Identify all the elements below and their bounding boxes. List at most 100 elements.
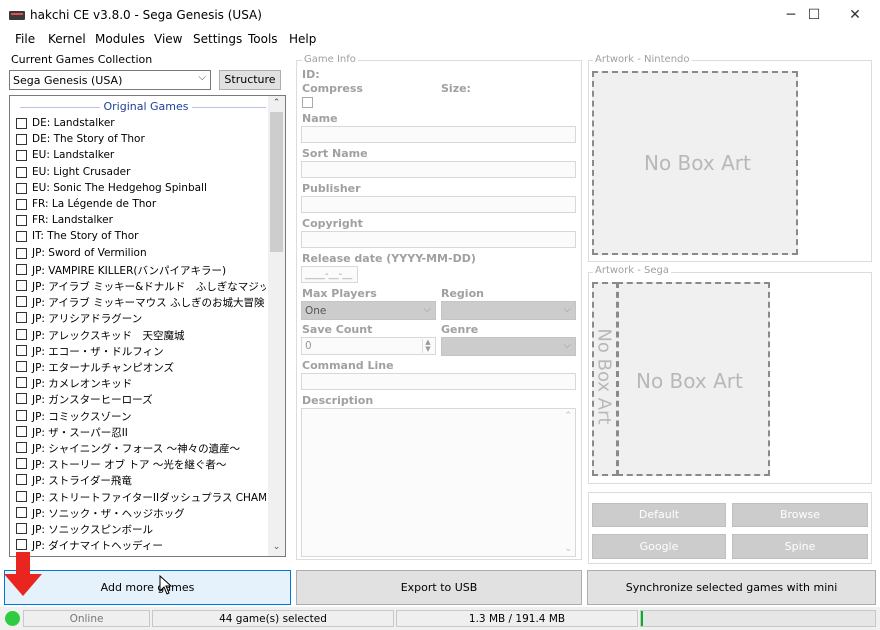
max-players-select[interactable]: One ⌵ (301, 301, 436, 320)
menu-help[interactable]: Help (289, 32, 316, 46)
region-select[interactable]: ⌵ (441, 301, 576, 320)
collection-select[interactable]: Sega Genesis (USA) ⌵ (9, 70, 211, 90)
command-line-input[interactable] (301, 373, 576, 390)
game-checkbox[interactable] (16, 474, 27, 486)
game-checkbox[interactable] (16, 539, 27, 551)
game-list-item[interactable]: JP: シャイニング・フォース ～神々の遺産～ (16, 440, 266, 456)
nintendo-box-art[interactable]: No Box Art (592, 71, 798, 255)
chevron-down-icon: ⌵ (423, 304, 431, 315)
red-arrow-icon (4, 552, 42, 596)
game-checkbox[interactable] (16, 166, 27, 178)
game-list-item[interactable]: JP: カメレオンキッド (16, 375, 266, 391)
game-list-item[interactable]: JP: ダイナマイトヘッディー (16, 537, 266, 553)
game-checkbox[interactable] (16, 523, 27, 534)
game-list-item[interactable]: FR: La Légende de Thor (16, 197, 266, 213)
sort-name-input[interactable] (301, 161, 576, 178)
game-checkbox[interactable] (16, 247, 27, 259)
command-line-label: Command Line (302, 359, 394, 372)
game-list-item[interactable]: DE: Landstalker (16, 116, 266, 132)
scroll-up-icon[interactable]: ⌃ (270, 98, 283, 110)
game-checkbox[interactable] (16, 458, 27, 470)
publisher-input[interactable] (301, 196, 576, 213)
game-list-item[interactable]: JP: ザ・スーパー忍II (16, 424, 266, 440)
game-list-item[interactable]: JP: ソニック・ザ・ヘッジホッグ (16, 505, 266, 521)
scroll-down-icon[interactable]: ⌄ (270, 542, 283, 554)
stepper-arrows-icon[interactable]: ▲ ▼ (422, 339, 433, 353)
game-checkbox[interactable] (16, 134, 27, 146)
description-textarea[interactable]: ⌃ ⌄ (301, 408, 576, 557)
game-list-item[interactable]: JP: アイラブ ミッキーマウス ふしぎのお城大冒険 (16, 294, 266, 310)
scroll-up-icon[interactable]: ⌃ (564, 411, 572, 421)
menu-file[interactable]: File (15, 32, 35, 46)
game-list-item[interactable]: EU: Sonic The Hedgehog Spinball (16, 181, 266, 197)
name-input[interactable] (301, 126, 576, 143)
game-list-item[interactable]: JP: エコー・ザ・ドルフィン (16, 343, 266, 359)
game-checkbox[interactable] (16, 199, 27, 210)
menu-modules[interactable]: Modules (95, 32, 145, 46)
game-list-item[interactable]: JP: コミックスゾーン (16, 408, 266, 424)
google-button[interactable]: Google (592, 534, 726, 559)
default-button[interactable]: Default (592, 503, 726, 527)
game-list-item[interactable]: JP: アレックスキッド 天空魔城 (16, 327, 266, 343)
game-checkbox[interactable] (16, 506, 27, 518)
game-checkbox[interactable] (16, 409, 27, 421)
max-players-label: Max Players (302, 287, 377, 300)
game-list-item[interactable]: JP: Sword of Vermilion (16, 246, 266, 262)
sega-box-art[interactable]: No Box Art (617, 282, 770, 476)
game-list-item[interactable]: JP: VAMPIRE KILLER(バンパイアキラー) (16, 262, 266, 278)
copyright-input[interactable] (301, 231, 576, 248)
game-checkbox[interactable] (16, 118, 27, 129)
scroll-thumb[interactable] (270, 112, 283, 252)
menu-tools[interactable]: Tools (248, 32, 278, 46)
game-checkbox[interactable] (16, 312, 27, 324)
game-list-item[interactable]: JP: ガンスターヒーローズ (16, 391, 266, 407)
save-count-stepper[interactable]: 0 ▲ ▼ (301, 337, 436, 355)
game-checkbox[interactable] (16, 490, 27, 502)
sega-spine-art[interactable]: No Box Art (592, 282, 618, 476)
maximize-button[interactable]: ☐ (791, 0, 837, 30)
genre-select[interactable]: ⌵ (441, 337, 576, 356)
game-checkbox[interactable] (16, 361, 27, 372)
game-checkbox[interactable] (16, 393, 27, 405)
game-list-item[interactable]: FR: Landstalker (16, 213, 266, 229)
game-list-item[interactable]: JP: ストライダー飛竜 (16, 472, 266, 488)
game-list-item[interactable]: JP: ストリートファイターIIダッシュプラス CHAMPION E... (16, 489, 266, 505)
game-checkbox[interactable] (16, 263, 27, 275)
collection-label: Current Games Collection (11, 53, 153, 66)
game-list-item[interactable]: JP: エターナルチャンピオンズ (16, 359, 266, 375)
game-checkbox[interactable] (16, 231, 27, 243)
menu-view[interactable]: View (154, 32, 182, 46)
game-checkbox[interactable] (16, 442, 27, 453)
game-checkbox[interactable] (16, 425, 27, 437)
sync-games-button[interactable]: Synchronize selected games with mini (587, 570, 876, 605)
game-list-item[interactable]: IT: The Story of Thor (16, 229, 266, 245)
game-checkbox[interactable] (16, 344, 27, 356)
game-checkbox[interactable] (16, 150, 27, 162)
game-list-item[interactable]: JP: アリシアドラグーン (16, 310, 266, 326)
menu-kernel[interactable]: Kernel (48, 32, 86, 46)
scroll-down-icon[interactable]: ⌄ (564, 544, 572, 554)
collection-selected-value: Sega Genesis (USA) (13, 74, 123, 87)
spine-button[interactable]: Spine (732, 534, 868, 559)
menu-settings[interactable]: Settings (193, 32, 242, 46)
game-checkbox[interactable] (16, 280, 27, 291)
game-checkbox[interactable] (16, 328, 27, 340)
browse-button[interactable]: Browse (732, 503, 868, 527)
game-list-item[interactable]: JP: ソニックスピンボール (16, 521, 266, 537)
release-date-input[interactable]: ____-__-__ (301, 266, 358, 283)
game-list-item[interactable]: EU: Light Crusader (16, 165, 266, 181)
close-button[interactable]: ✕ (832, 0, 878, 30)
compress-checkbox[interactable] (302, 97, 313, 108)
game-list-item[interactable]: EU: Landstalker (16, 148, 266, 164)
game-checkbox[interactable] (16, 377, 27, 389)
game-checkbox[interactable] (16, 296, 27, 308)
game-list-item[interactable]: JP: ストーリー オブ トア ～光を継ぐ者～ (16, 456, 266, 472)
game-list-item[interactable]: DE: The Story of Thor (16, 132, 266, 148)
game-checkbox[interactable] (16, 182, 27, 194)
games-list[interactable]: Original Games DE: Landstalker DE: The St… (9, 95, 286, 557)
export-to-usb-button[interactable]: Export to USB (296, 570, 582, 605)
game-checkbox[interactable] (16, 215, 27, 227)
chevron-down-icon: ⌵ (563, 304, 571, 315)
structure-button[interactable]: Structure (219, 70, 281, 90)
game-list-item[interactable]: JP: アイラブ ミッキー&ドナルド ふしぎなマジックボッ... (16, 278, 266, 294)
